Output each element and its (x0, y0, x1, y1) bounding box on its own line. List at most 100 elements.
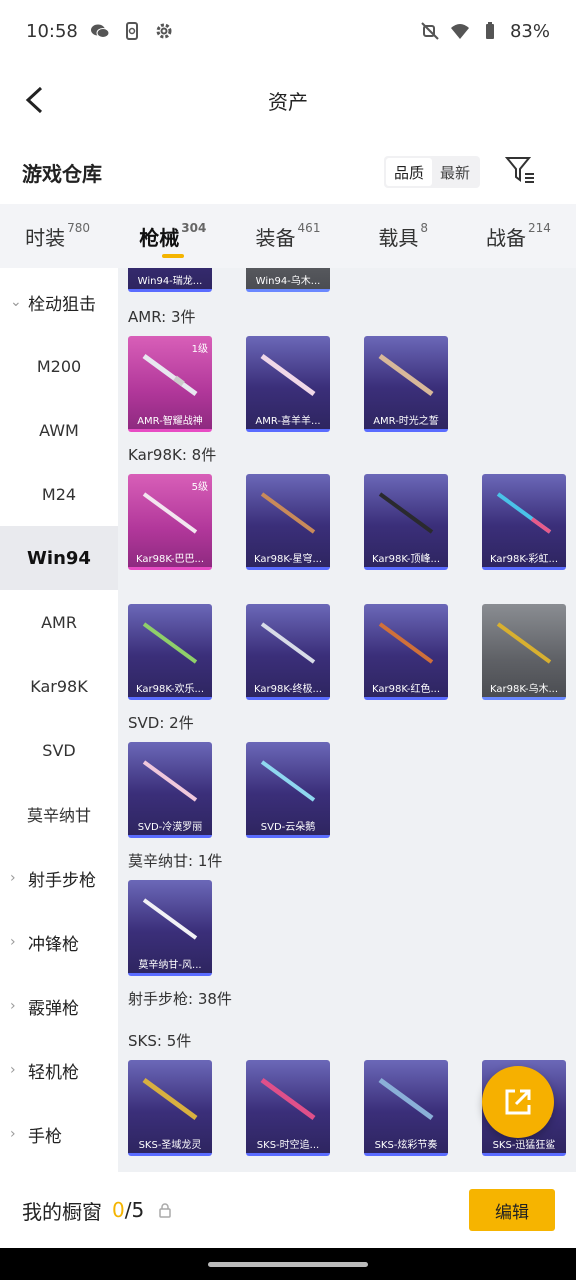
nav-item-mosin[interactable]: 莫辛纳甘 (0, 782, 118, 846)
lock-icon (159, 1203, 171, 1218)
skin-name: AMR-智耀战神 (137, 416, 203, 427)
skin-card[interactable]: Kar98K-欢乐... (128, 604, 212, 700)
skin-card[interactable]: Kar98K-终极... (246, 604, 330, 700)
back-button[interactable] (14, 80, 54, 120)
nav-label: 冲锋枪 (28, 934, 79, 955)
skin-name: Win94-瑞龙... (137, 276, 203, 287)
chevron-right-icon: › (10, 998, 16, 1014)
tab-guns[interactable]: 枪械 304 (115, 204, 230, 268)
nav-item-awm[interactable]: AWM (0, 398, 118, 462)
skin-card[interactable]: SKS-炫彩节奏 (364, 1060, 448, 1156)
chevron-left-icon (25, 86, 43, 114)
sort-quality-button[interactable]: 品质 (386, 158, 433, 186)
section-header: 游戏仓库 品质 最新 (0, 140, 576, 204)
skin-name: SVD-云朵鹅 (260, 822, 316, 833)
rifle-icon (142, 622, 198, 664)
filter-icon[interactable] (504, 154, 536, 186)
skin-card[interactable]: 1级 AMR-智耀战神 (128, 336, 212, 432)
nav-item-win94[interactable]: Win94 (0, 526, 118, 590)
nav-label: M24 (41, 484, 77, 504)
skin-card[interactable]: AMR-时光之誓 (364, 336, 448, 432)
skin-card[interactable]: AMR-喜羊羊... (246, 336, 330, 432)
nav-item-svd[interactable]: SVD (0, 718, 118, 782)
skin-name: Kar98K-乌木... (490, 684, 558, 695)
tab-count: 780 (67, 221, 91, 235)
tab-label: 战备 (485, 225, 526, 250)
nav-item-amr[interactable]: AMR (0, 590, 118, 654)
skin-card[interactable]: Win94-瑞龙... (128, 268, 212, 292)
skin-card[interactable]: SKS-圣域龙灵 (128, 1060, 212, 1156)
app-root: 10:58 83% 资产 游戏仓库 品质 最新 时装 780 枪械 304 装备 46… (0, 0, 576, 1280)
group-label-kar98k: Kar98K: 8件 (128, 446, 217, 464)
nav-group-pistol[interactable]: › 手枪 (0, 1102, 118, 1166)
chevron-down-icon: ⌄ (10, 294, 22, 310)
sort-latest-button[interactable]: 最新 (432, 158, 478, 186)
page-title: 资产 (268, 89, 308, 114)
nav-label: SVD (42, 740, 76, 760)
skin-card[interactable]: 5级 Kar98K-巴巴... (128, 474, 212, 570)
home-indicator[interactable] (208, 1262, 368, 1267)
rifle-icon (378, 622, 434, 664)
rifle-icon (378, 492, 434, 534)
skin-name: Kar98K-红色... (372, 684, 440, 695)
skin-name: 莫辛纳甘-风... (138, 960, 202, 971)
nav-label: 霰弹枪 (28, 998, 79, 1019)
external-link-icon (505, 1089, 531, 1115)
skin-card[interactable]: Kar98K-顶峰... (364, 474, 448, 570)
wechat-icon (90, 24, 110, 38)
skin-card[interactable]: SKS-时空追... (246, 1060, 330, 1156)
skin-card[interactable]: Kar98K-星穹... (246, 474, 330, 570)
tab-vehicles[interactable]: 载具 8 (346, 204, 461, 268)
nav-label: M200 (36, 356, 82, 376)
settings-icon (156, 23, 172, 39)
edit-button[interactable]: 编辑 (469, 1189, 555, 1231)
nav-item-m200[interactable]: M200 (0, 334, 118, 398)
tab-count: 461 (297, 221, 321, 235)
skin-name: AMR-时光之誓 (373, 416, 439, 427)
rifle-icon (378, 1077, 434, 1121)
chevron-right-icon: › (10, 1126, 16, 1142)
skin-name: SVD-冷漠罗丽 (137, 822, 203, 833)
tab-count: 8 (420, 221, 429, 235)
nav-item-kar98k[interactable]: Kar98K (0, 654, 118, 718)
skin-name: SKS-圣域龙灵 (138, 1140, 202, 1151)
skin-card[interactable]: Win94-乌木... (246, 268, 330, 292)
skin-card[interactable]: SVD-云朵鹅 (246, 742, 330, 838)
nav-item-m24[interactable]: M24 (0, 462, 118, 526)
skin-card[interactable]: Kar98K-彩虹... (482, 474, 566, 570)
skin-card[interactable]: Kar98K-红色... (364, 604, 448, 700)
tab-gear[interactable]: 战备 214 (461, 204, 576, 268)
skin-name: SKS-迅猛狂鲨 (492, 1140, 556, 1151)
share-fab-button[interactable] (482, 1066, 554, 1138)
system-nav-bar (0, 1248, 576, 1280)
nav-group-marksman[interactable]: › 射手步枪 (0, 846, 118, 910)
skin-card[interactable]: 莫辛纳甘-风... (128, 880, 212, 976)
skin-name: Kar98K-终极... (254, 684, 322, 695)
skin-name: SKS-时空追... (256, 1140, 320, 1151)
group-label-mosin: 莫辛纳甘: 1件 (128, 852, 223, 870)
showcase-label: 我的橱窗 (22, 1199, 102, 1224)
chevron-right-icon: › (10, 870, 16, 886)
nav-label: 手枪 (28, 1126, 62, 1147)
rifle-icon (496, 492, 552, 534)
skin-card[interactable]: SVD-冷漠罗丽 (128, 742, 212, 838)
skin-card[interactable]: Kar98K-乌木... (482, 604, 566, 700)
nav-group-shotgun[interactable]: › 霰弹枪 (0, 974, 118, 1038)
nav-label: 射手步枪 (28, 870, 96, 891)
chevron-right-icon: › (10, 1062, 16, 1078)
battery-icon (485, 22, 494, 39)
tab-fashion[interactable]: 时装 780 (0, 204, 115, 268)
rifle-icon (142, 898, 198, 940)
nav-group-lmg[interactable]: › 轻机枪 (0, 1038, 118, 1102)
showcase-current: 0 (112, 1198, 125, 1222)
tab-label: 装备 (255, 225, 296, 250)
skin-name: Kar98K-巴巴... (136, 554, 204, 565)
showcase-count: 0/5 (112, 1198, 144, 1222)
nav-group-bolt-sniper[interactable]: ⌄ 栓动狙击 (0, 270, 118, 334)
skin-name: Kar98K-彩虹... (490, 554, 558, 565)
nav-label: 莫辛纳甘 (26, 806, 91, 825)
nav-group-smg[interactable]: › 冲锋枪 (0, 910, 118, 974)
tab-equipment[interactable]: 装备 461 (230, 204, 345, 268)
chevron-right-icon: › (10, 934, 16, 950)
section-title: 游戏仓库 (22, 161, 102, 186)
